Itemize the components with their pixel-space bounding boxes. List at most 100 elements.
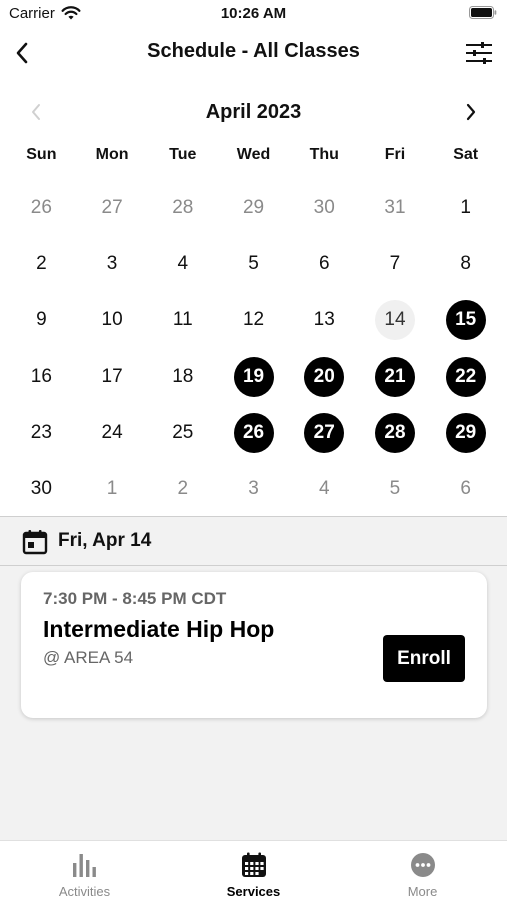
calendar-day[interactable]: 29 — [430, 412, 501, 453]
calendar-day[interactable]: 19 — [218, 356, 289, 397]
calendar-day[interactable]: 1 — [430, 188, 501, 228]
chevron-right-icon — [466, 103, 476, 121]
calendar-day[interactable]: 1 — [77, 469, 148, 509]
weekday-label: Fri — [384, 146, 406, 163]
calendar-day[interactable]: 30 — [6, 469, 77, 509]
calendar-day[interactable]: 15 — [430, 300, 501, 341]
calendar-day[interactable]: 3 — [218, 469, 289, 509]
sliders-icon — [466, 42, 492, 64]
calendar-day[interactable]: 18 — [147, 357, 218, 397]
calendar-day[interactable]: 26 — [6, 188, 77, 228]
calendar-grid: 26 27 28 29 30 31 1 2 3 4 5 6 7 8 9 10 11 12 13 14 15 16 17 18 1… — [6, 180, 501, 517]
status-time: 10:26 AM — [220, 5, 287, 22]
calendar-day[interactable]: 2 — [6, 244, 77, 284]
calendar-day[interactable]: 2 — [147, 469, 218, 509]
day-number: 9 — [36, 309, 47, 331]
calendar-icon — [22, 530, 48, 555]
calendar-day[interactable]: 31 — [360, 188, 431, 228]
day-number: 3 — [248, 478, 259, 500]
next-month-button[interactable] — [457, 98, 485, 126]
day-number: 14 — [374, 300, 415, 341]
calendar-day[interactable]: 25 — [147, 413, 218, 453]
calendar-day[interactable]: 11 — [147, 300, 218, 340]
tab-label: Services — [226, 884, 281, 899]
day-number: 18 — [172, 365, 194, 387]
weekday-label: Wed — [236, 146, 271, 163]
calendar-day[interactable]: 27 — [289, 412, 360, 453]
calendar-day[interactable]: 10 — [77, 300, 148, 340]
day-number: 17 — [101, 365, 123, 387]
day-number: 5 — [389, 478, 401, 500]
calendar-day[interactable]: 8 — [430, 244, 501, 284]
day-number: 3 — [106, 253, 118, 275]
bar-chart-icon — [72, 854, 96, 877]
calendar-day[interactable]: 20 — [289, 356, 360, 397]
more-dots-icon — [410, 853, 435, 877]
day-number: 19 — [233, 356, 274, 397]
calendar-day[interactable]: 5 — [360, 469, 431, 509]
calendar-week-row: 2 3 4 5 6 7 8 — [6, 236, 501, 292]
class-location: @ AREA 54 — [43, 648, 134, 667]
calendar-day[interactable]: 4 — [289, 469, 360, 509]
selected-date-bar: Fri, Apr 14 — [0, 516, 507, 566]
status-bar: Carrier 10:26 AM — [0, 0, 507, 28]
calendar-day[interactable]: 22 — [430, 356, 501, 397]
selected-date-label: Fri, Apr 14 — [58, 530, 152, 551]
day-number: 20 — [304, 356, 345, 397]
calendar-header: April 2023 — [0, 92, 507, 132]
day-number: 30 — [313, 197, 335, 219]
calendar-day[interactable]: 6 — [430, 469, 501, 509]
calendar-day[interactable]: 3 — [77, 244, 148, 284]
tab-services[interactable]: Services — [169, 841, 338, 900]
calendar-day[interactable]: 28 — [360, 412, 431, 453]
day-number: 11 — [172, 309, 193, 331]
tab-label: Activities — [58, 884, 111, 899]
calendar-day[interactable]: 12 — [218, 300, 289, 340]
calendar-day[interactable]: 17 — [77, 357, 148, 397]
calendar-grid-icon — [241, 852, 266, 877]
calendar-day[interactable]: 7 — [360, 244, 431, 284]
day-number: 13 — [313, 309, 335, 331]
day-number: 31 — [384, 197, 406, 219]
calendar-day[interactable]: 24 — [77, 413, 148, 453]
day-number: 10 — [101, 309, 123, 331]
calendar-day[interactable]: 30 — [289, 188, 360, 228]
calendar-day[interactable]: 13 — [289, 300, 360, 340]
calendar-day[interactable]: 27 — [77, 188, 148, 228]
calendar-day[interactable]: 4 — [147, 244, 218, 284]
filter-button[interactable] — [463, 37, 495, 69]
calendar-day[interactable]: 16 — [6, 357, 77, 397]
weekday-label: Sun — [26, 146, 57, 163]
page-title: Schedule - All Classes — [147, 40, 360, 62]
class-card[interactable]: 7:30 PM - 8:45 PM CDT Intermediate Hip H… — [21, 572, 487, 718]
tab-more[interactable]: More — [338, 841, 507, 900]
month-label: April 2023 — [205, 101, 302, 123]
day-number: 26 — [30, 197, 52, 219]
calendar-day[interactable]: 26 — [218, 412, 289, 453]
calendar-day[interactable]: 29 — [218, 188, 289, 228]
day-number: 27 — [304, 412, 345, 453]
enroll-button[interactable]: Enroll — [383, 635, 465, 682]
calendar-day[interactable]: 21 — [360, 356, 431, 397]
day-number: 30 — [30, 478, 52, 500]
day-number: 15 — [445, 300, 486, 341]
tab-label: More — [407, 884, 438, 899]
day-number: 5 — [248, 253, 259, 275]
calendar-day[interactable]: 5 — [218, 244, 289, 284]
calendar-day[interactable]: 28 — [147, 188, 218, 228]
calendar-day[interactable]: 9 — [6, 300, 77, 340]
calendar-week-row: 9 10 11 12 13 14 15 — [6, 292, 501, 348]
day-number: 4 — [318, 478, 330, 500]
tab-bar: Activities Services More — [0, 840, 507, 900]
weekday-label: Sat — [453, 146, 479, 163]
tab-activities[interactable]: Activities — [0, 841, 169, 900]
day-number: 24 — [101, 421, 123, 443]
day-number: 6 — [318, 253, 330, 275]
nav-bar: Schedule - All Classes — [0, 28, 507, 78]
day-number: 1 — [460, 197, 471, 219]
day-number: 29 — [445, 412, 486, 453]
calendar-day[interactable]: 14 — [360, 300, 431, 341]
calendar-day[interactable]: 23 — [6, 413, 77, 453]
day-number: 27 — [101, 197, 123, 219]
calendar-day[interactable]: 6 — [289, 244, 360, 284]
